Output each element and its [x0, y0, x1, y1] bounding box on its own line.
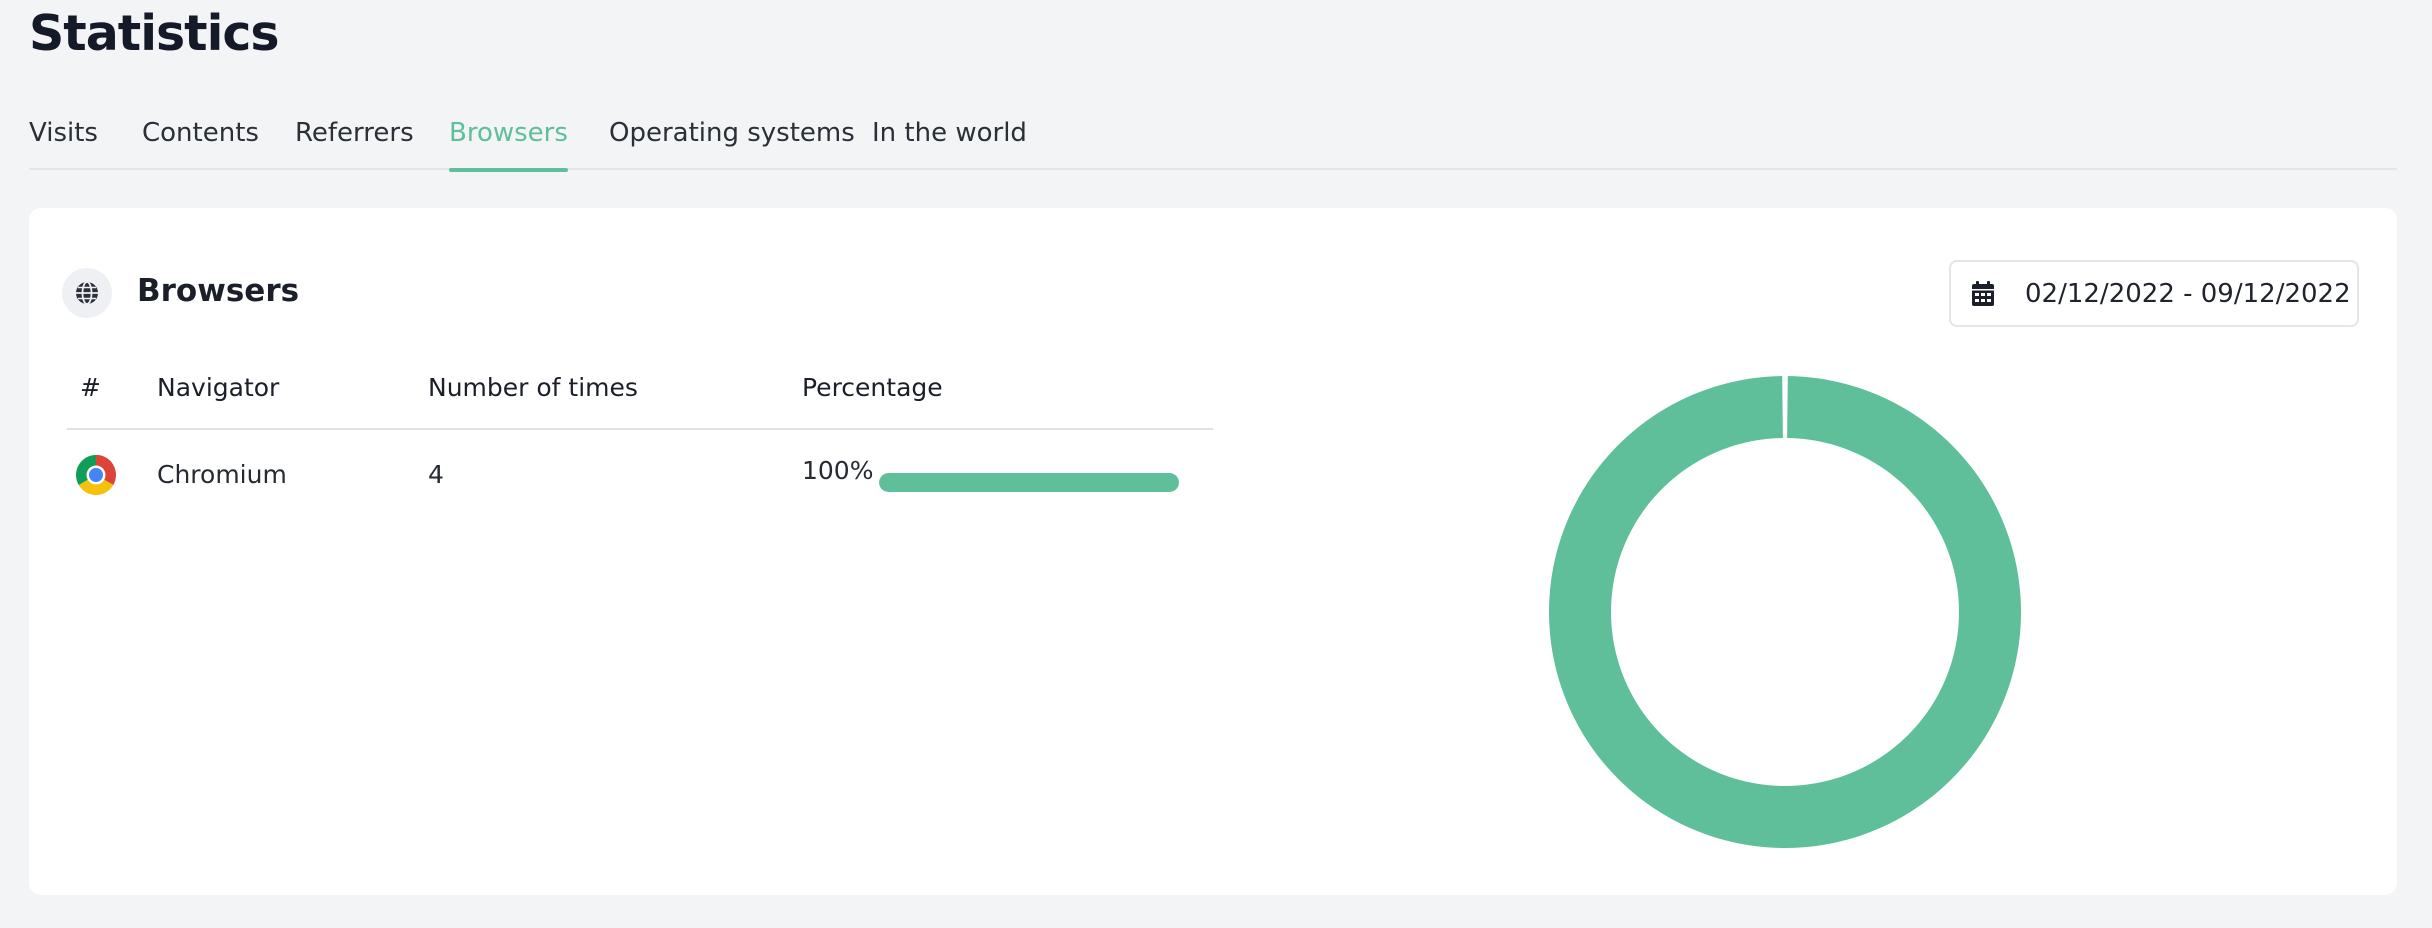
browser-donut-chart: [1549, 376, 2021, 848]
visit-count: 4: [428, 460, 444, 489]
stats-tabs: Visits Contents Referrers Browsers Opera…: [29, 108, 2397, 172]
tab-referrers[interactable]: Referrers: [295, 118, 414, 170]
table-header: # Navigator Number of times Percentage: [67, 358, 1213, 430]
calendar-icon: [1971, 280, 1995, 307]
chromium-icon: [74, 453, 118, 497]
navigator-name: Chromium: [157, 460, 287, 489]
browsers-card: Browsers 02/12/2022 - 09/12/2022 # Navig…: [29, 208, 2397, 895]
page-title: Statistics: [29, 5, 280, 62]
statistics-page: Statistics Visits Contents Referrers Bro…: [0, 0, 2432, 928]
column-header-navigator: Navigator: [157, 373, 280, 402]
tab-operating-systems[interactable]: Operating systems: [609, 118, 855, 170]
globe-icon: [62, 268, 112, 318]
percentage-bar: [879, 473, 1179, 492]
date-range-value: 02/12/2022 - 09/12/2022: [2025, 278, 2351, 309]
column-header-percentage: Percentage: [802, 373, 943, 402]
column-header-index: #: [80, 373, 101, 402]
percentage-bar-fill: [879, 473, 1179, 492]
tab-browsers[interactable]: Browsers: [449, 118, 568, 172]
tab-contents[interactable]: Contents: [142, 118, 259, 170]
section-title: Browsers: [137, 273, 300, 309]
tab-in-the-world[interactable]: In the world: [872, 118, 1027, 170]
donut-slice-chromium[interactable]: [1549, 376, 2021, 848]
tab-visits[interactable]: Visits: [29, 118, 98, 170]
percentage-value: 100%: [802, 456, 874, 485]
table-row: Chromium 4 100%: [67, 444, 1213, 504]
column-header-number-of-times: Number of times: [428, 373, 638, 402]
date-range-picker[interactable]: 02/12/2022 - 09/12/2022: [1949, 260, 2359, 327]
